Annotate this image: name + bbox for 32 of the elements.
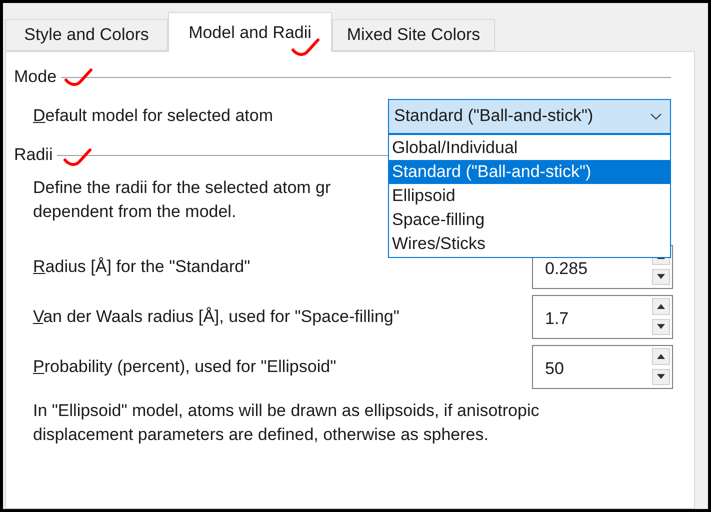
annotation-mark <box>63 147 93 169</box>
field-label: Radius [Å] for the "Standard" <box>33 256 250 278</box>
field-label: Probability (percent), used for "Ellipsoid" <box>33 356 336 378</box>
down-arrow-icon <box>657 374 665 380</box>
spin-box[interactable]: 1.7 <box>532 295 673 339</box>
down-arrow-icon <box>657 274 665 280</box>
description-text: dependent from the model. <box>33 201 236 223</box>
spin-down-button[interactable] <box>652 318 670 335</box>
note-text: displacement parameters are defined, otherwise as spheres. <box>33 424 488 446</box>
field-label: Van der Waals radius [Å], used for "Space-filling" <box>33 306 400 328</box>
tab[interactable]: Style and Colors <box>5 19 168 51</box>
description-text: Define the radii for the selected atom gr <box>33 177 331 199</box>
dropdown-option[interactable]: Standard ("Ball-and-stick") <box>389 160 670 184</box>
spin-down-button[interactable] <box>652 268 670 285</box>
dropdown-option[interactable]: Global/Individual <box>389 136 670 160</box>
note-text: In "Ellipsoid" model, atoms will be drawn as ellipsoids, if anisotropic <box>33 400 540 422</box>
annotation-mark <box>64 67 94 89</box>
tab[interactable]: Model and Radii <box>168 12 332 52</box>
spin-up-button[interactable] <box>652 298 670 314</box>
dropdown-option[interactable]: Ellipsoid <box>389 184 670 208</box>
field-label: Default model for selected atom <box>33 105 274 128</box>
spin-box[interactable]: 50 <box>532 345 673 389</box>
annotation-mark <box>291 37 321 59</box>
spin-up-button[interactable] <box>652 348 670 364</box>
section-heading: Mode <box>14 66 57 88</box>
model-dropdown[interactable]: Standard ("Ball-and-stick") <box>388 98 671 134</box>
section-heading: Radii <box>14 144 53 166</box>
tab[interactable]: Mixed Site Colors <box>332 19 495 51</box>
spin-down-button[interactable] <box>652 368 670 385</box>
chevron-down-icon <box>650 112 662 120</box>
dropdown-option[interactable]: Space-filling <box>389 208 670 232</box>
down-arrow-icon <box>657 324 665 330</box>
